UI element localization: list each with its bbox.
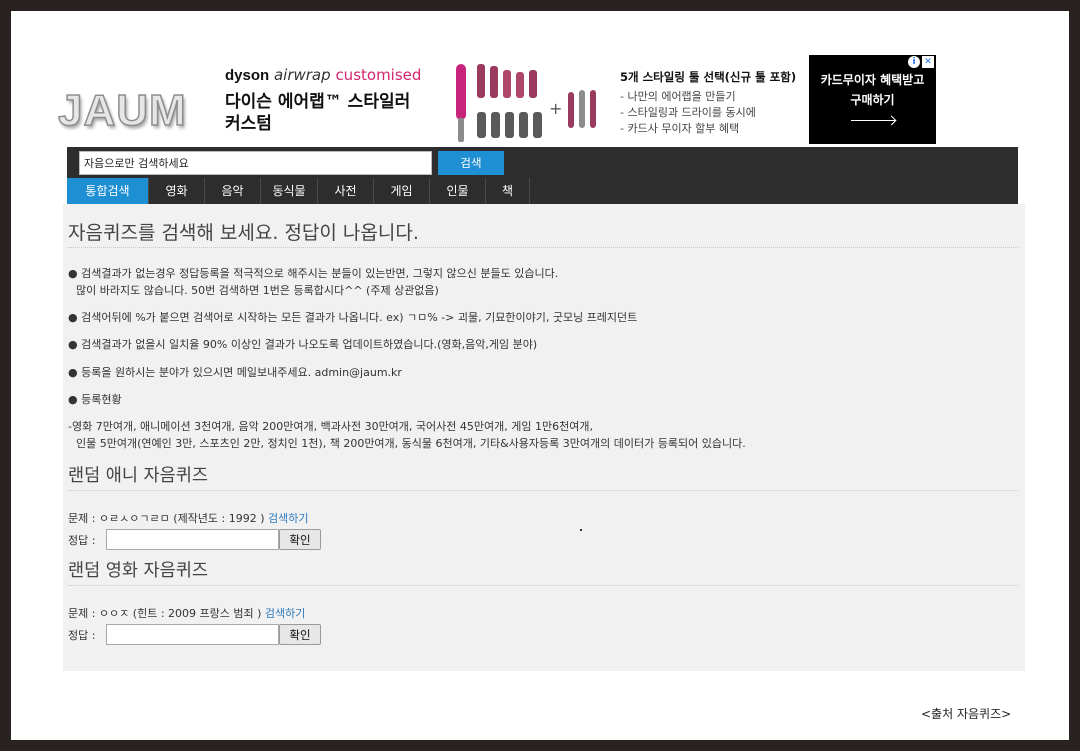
divider bbox=[68, 490, 1018, 491]
anime-confirm-button[interactable]: 확인 bbox=[279, 529, 321, 550]
movie-answer-label: 정답 : bbox=[68, 629, 96, 642]
movie-quiz-question-text: 문제 : ㅇㅇㅈ (힌트 : 2009 프랑스 범죄 ) bbox=[68, 607, 262, 620]
notice-2: ● 검색어뒤에 %가 붙으면 검색어로 시작하는 모든 결과가 나옵니다. ex… bbox=[68, 311, 638, 324]
movie-answer-input[interactable] bbox=[106, 624, 279, 645]
anime-search-link[interactable]: 검색하기 bbox=[268, 512, 308, 525]
stray-dot bbox=[580, 529, 582, 531]
source-credit: <출처 자음퀴즈> bbox=[921, 707, 1012, 721]
tab-animals-plants[interactable]: 동식물 bbox=[261, 178, 318, 204]
ad-cta-label: 카드무이자 혜택받고 구매하기 bbox=[809, 70, 936, 110]
search-input[interactable] bbox=[79, 151, 432, 175]
ad-title: 다이슨 에어랩™ 스타일러 커스텀 bbox=[225, 91, 445, 135]
ad-brand-dyson: dyson bbox=[225, 67, 270, 84]
ad-right-title: 5개 스타일링 툴 선택(신규 툴 포함) bbox=[620, 70, 797, 84]
tab-person[interactable]: 인물 bbox=[430, 178, 486, 204]
ad-title-line2: 커스텀 bbox=[225, 114, 272, 134]
ad-close-icon[interactable]: ✕ bbox=[922, 56, 934, 68]
ad-bullet: - 스타일링과 드라이를 동시에 bbox=[620, 106, 756, 119]
search-bar: 검색 통합검색 영화 음악 동식물 사전 게임 인물 책 bbox=[67, 147, 1018, 204]
page-title: 자음퀴즈를 검색해 보세요. 정답이 나옵니다. bbox=[68, 222, 419, 244]
divider bbox=[68, 247, 1018, 248]
arrow-right-icon bbox=[851, 120, 895, 121]
notice-4: ● 등록을 원하시는 분야가 있으시면 메일보내주세요. admin@jaum.… bbox=[68, 366, 402, 379]
tab-movie[interactable]: 영화 bbox=[149, 178, 205, 204]
ad-brand-airwrap: airwrap bbox=[273, 66, 331, 84]
anime-quiz-question: 문제 : ㅇㄹㅅㅇㄱㄹㅁ (제작년도 : 1992 ) 검색하기 bbox=[68, 510, 309, 527]
ad-banner[interactable]: dyson airwrap customised 다이슨 에어랩™ 스타일러 커… bbox=[222, 55, 806, 145]
notice-1-line1: ● 검색결과가 없는경우 정답등록을 적극적으로 해주시는 분들이 있는반면, … bbox=[68, 267, 559, 280]
search-button[interactable]: 검색 bbox=[438, 151, 504, 175]
movie-quiz-heading: 랜덤 영화 자음퀴즈 bbox=[68, 561, 208, 581]
ad-cta-button[interactable]: i ✕ 카드무이자 혜택받고 구매하기 bbox=[809, 55, 936, 144]
ad-brand: dyson airwrap customised bbox=[225, 66, 421, 84]
stats-line1: -영화 7만여개, 애니메이션 3천여개, 음악 200만여개, 백과사전 30… bbox=[68, 420, 593, 433]
stats-line2: 인물 5만여개(연예인 3만, 스포츠인 2만, 정치인 1천), 책 200만… bbox=[76, 437, 746, 450]
tab-dictionary[interactable]: 사전 bbox=[318, 178, 374, 204]
site-logo[interactable]: JAUM bbox=[57, 85, 187, 136]
tab-music[interactable]: 음악 bbox=[205, 178, 261, 204]
tab-book[interactable]: 책 bbox=[486, 178, 530, 204]
anime-answer-input[interactable] bbox=[106, 529, 279, 550]
ad-bullet: - 카드사 무이자 할부 혜택 bbox=[620, 122, 740, 135]
notice-5: ● 등록현황 bbox=[68, 393, 122, 406]
tab-all[interactable]: 통합검색 bbox=[67, 178, 149, 204]
divider bbox=[68, 585, 1018, 586]
ad-plus: + bbox=[549, 99, 562, 118]
movie-search-link[interactable]: 검색하기 bbox=[265, 607, 305, 620]
ad-cta-line2: 구매하기 bbox=[850, 93, 895, 107]
ad-cta-line1: 카드무이자 혜택받고 bbox=[820, 73, 925, 87]
ad-product-image: + bbox=[456, 64, 596, 142]
notice-1-line2: 많이 바라지도 않습니다. 50번 검색하면 1번은 등록합시다^^ (주제 상… bbox=[76, 284, 439, 297]
ad-brand-customised: customised bbox=[335, 66, 422, 84]
anime-answer-label: 정답 : bbox=[68, 534, 96, 547]
category-nav: 통합검색 영화 음악 동식물 사전 게임 인물 책 bbox=[67, 178, 530, 204]
movie-confirm-button[interactable]: 확인 bbox=[279, 624, 321, 645]
notice-3: ● 검색결과가 없을시 일치율 90% 이상인 결과가 나오도록 업데이트하였습… bbox=[68, 338, 538, 351]
movie-quiz-question: 문제 : ㅇㅇㅈ (힌트 : 2009 프랑스 범죄 ) 검색하기 bbox=[68, 605, 305, 622]
anime-quiz-heading: 랜덤 애니 자음퀴즈 bbox=[68, 466, 208, 486]
ad-title-line1: 다이슨 에어랩™ 스타일러 bbox=[225, 92, 411, 112]
main-content: 자음퀴즈를 검색해 보세요. 정답이 나옵니다. ● 검색결과가 없는경우 정답… bbox=[63, 204, 1025, 671]
ad-bullet: - 나만의 에어랩을 만들기 bbox=[620, 90, 736, 103]
tab-game[interactable]: 게임 bbox=[374, 178, 430, 204]
ad-bullets: - 나만의 에어랩을 만들기 - 스타일링과 드라이를 동시에 - 카드사 무이… bbox=[620, 89, 756, 137]
ad-info-icon[interactable]: i bbox=[908, 56, 920, 68]
anime-quiz-question-text: 문제 : ㅇㄹㅅㅇㄱㄹㅁ (제작년도 : 1992 ) bbox=[68, 512, 265, 525]
